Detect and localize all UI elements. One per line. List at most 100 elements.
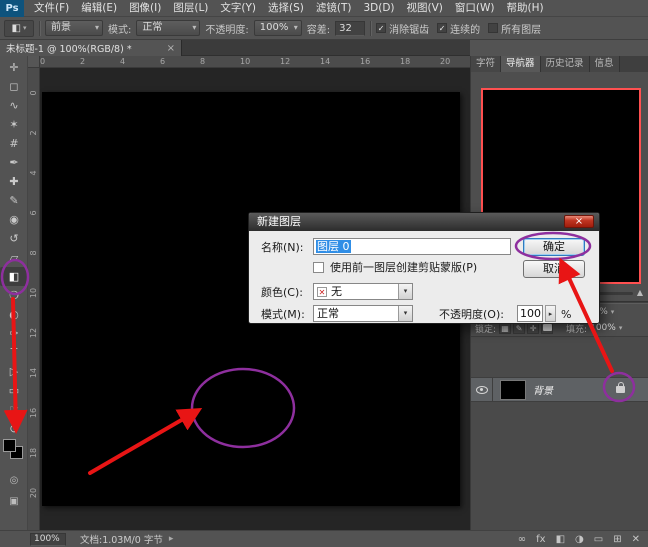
panel-tab-info[interactable]: 信息 <box>589 56 620 72</box>
marquee-tool[interactable]: ◻ <box>0 77 28 96</box>
color-select[interactable]: ✕ 无 ▾ <box>313 283 413 300</box>
adjustment-layer-icon[interactable]: ◑ <box>575 534 584 545</box>
eyedropper-tool[interactable]: ✒ <box>0 153 28 172</box>
blend-mode-select-options[interactable]: 正常 ▾ <box>136 20 201 36</box>
layer-effects-icon[interactable]: fx <box>536 534 545 545</box>
dialog-mode-select[interactable]: 正常 ▾ <box>313 305 413 322</box>
name-value-selected: 图层 0 <box>316 240 351 253</box>
blur-tool-icon: ❍ <box>9 289 19 302</box>
menu-item[interactable]: 文字(Y) <box>214 0 262 17</box>
foreground-color-swatch[interactable] <box>3 439 16 452</box>
cancel-button[interactable]: 取消 <box>523 260 585 278</box>
color-swatches <box>0 438 28 466</box>
history-brush-tool[interactable]: ↺ <box>0 229 28 248</box>
checkbox-label: 连续的 <box>450 24 481 36</box>
fill-value[interactable]: 100% <box>590 323 616 333</box>
option-checkbox[interactable]: ✓ 连续的 <box>437 21 480 36</box>
status-bar: 100% 文档:1.03M/0 字节 ▸ ∞ fx ◧ ◑ ▭ ⊞ ✕ <box>0 530 648 547</box>
option-checkbox[interactable]: ✓ 消除锯齿 <box>376 21 429 36</box>
dialog-close-button[interactable]: × <box>564 215 594 228</box>
visibility-toggle[interactable] <box>471 377 493 402</box>
fill-source-select[interactable]: 前景 ▾ <box>45 20 103 36</box>
ruler-label: 18 <box>400 57 411 66</box>
magic-wand-tool[interactable]: ✶ <box>0 115 28 134</box>
screen-mode-icon[interactable]: ▣ <box>0 491 28 512</box>
ruler-label: 8 <box>200 57 206 66</box>
path-selection-tool[interactable]: ▷ <box>0 362 28 381</box>
close-icon[interactable]: × <box>167 43 175 54</box>
menu-item[interactable]: 3D(D) <box>357 0 400 17</box>
layer-thumbnail[interactable] <box>500 379 526 400</box>
ruler-label: 8 <box>29 250 38 256</box>
dodge-tool[interactable]: ◐ <box>0 305 28 324</box>
name-input[interactable]: 图层 0 <box>313 238 511 255</box>
ruler-label: 20 <box>440 57 451 66</box>
opacity-select[interactable]: 100% ▾ <box>253 20 302 36</box>
quick-mask-icon[interactable]: ◎ <box>0 470 28 491</box>
link-layers-icon[interactable]: ∞ <box>518 534 526 545</box>
panel-tab-history[interactable]: 历史记录 <box>540 56 590 72</box>
eraser-tool-icon: ▱ <box>9 251 19 264</box>
ruler-label: 12 <box>280 57 291 66</box>
eraser-tool[interactable]: ▱ <box>0 248 28 267</box>
tool-preset-dropdown[interactable]: ◧ ▾ <box>4 19 34 37</box>
paint-bucket-tool[interactable]: ◧ <box>0 267 28 286</box>
tolerance-input[interactable]: 32 <box>335 20 366 36</box>
blur-tool[interactable]: ❍ <box>0 286 28 305</box>
layer-row-background[interactable]: 背景 <box>471 377 648 402</box>
tool-list: ✛ ◻ ∿ ✶ # ✒ ✚ ✎ ◉ ↺ ▱ ◧ ❍ ◐ ✑ T ▷ ▭ ☞ ⊙ <box>0 58 28 438</box>
dialog-opacity-input[interactable]: 100 <box>517 305 543 322</box>
checkbox-icon: ✓ <box>437 23 448 33</box>
zoom-level-field[interactable]: 100% <box>30 532 66 546</box>
brush-tool[interactable]: ✎ <box>0 191 28 210</box>
tools-panel: ✛ ◻ ∿ ✶ # ✒ ✚ ✎ ◉ ↺ ▱ ◧ ❍ ◐ ✑ T ▷ ▭ ☞ ⊙ ◎ ▣ <box>0 56 28 530</box>
menu-item[interactable]: 帮助(H) <box>501 0 550 17</box>
layer-group-icon[interactable]: ▭ <box>594 534 603 545</box>
menu-item[interactable]: 视图(V) <box>401 0 449 17</box>
path-selection-tool-icon: ▷ <box>9 365 19 378</box>
status-arrow-icon[interactable]: ▸ <box>169 534 174 544</box>
menu-item[interactable]: 文件(F) <box>28 0 75 17</box>
document-tab[interactable]: 未标题-1 @ 100%(RGB/8) * × <box>0 40 182 56</box>
menu-item[interactable]: 图层(L) <box>167 0 214 17</box>
hand-tool-icon: ☞ <box>9 403 19 416</box>
shape-tool[interactable]: ▭ <box>0 381 28 400</box>
layer-name[interactable]: 背景 <box>533 382 616 397</box>
menu-item[interactable]: 图像(I) <box>123 0 167 17</box>
lasso-tool-icon: ∿ <box>9 99 19 112</box>
tolerance-label: 容差: <box>306 24 331 36</box>
move-tool[interactable]: ✛ <box>0 58 28 77</box>
menu-item[interactable]: 编辑(E) <box>75 0 123 17</box>
menu-item[interactable]: 滤镜(T) <box>310 0 358 17</box>
menu-item[interactable]: 窗口(W) <box>449 0 501 17</box>
zoom-tool[interactable]: ⊙ <box>0 419 28 438</box>
option-checkbox[interactable]: 所有图层 <box>488 21 541 36</box>
ruler-label: 6 <box>29 210 38 216</box>
pen-tool[interactable]: ✑ <box>0 324 28 343</box>
new-layer-icon[interactable]: ⊞ <box>613 534 621 545</box>
dialog-mode-label: 模式(M): <box>261 308 305 321</box>
type-tool[interactable]: T <box>0 343 28 362</box>
ruler-label: 10 <box>240 57 251 66</box>
ruler-label: 4 <box>120 57 126 66</box>
clone-stamp-tool[interactable]: ◉ <box>0 210 28 229</box>
panel-tab-navigator[interactable]: 导航器 <box>501 56 541 72</box>
panel-tab-character[interactable]: 字符 <box>471 56 502 72</box>
lasso-tool[interactable]: ∿ <box>0 96 28 115</box>
layer-mask-icon[interactable]: ◧ <box>556 534 565 545</box>
delete-layer-icon[interactable]: ✕ <box>632 534 640 545</box>
ruler-label: 12 <box>29 327 38 339</box>
hand-tool[interactable]: ☞ <box>0 400 28 419</box>
clipping-mask-label: 使用前一图层创建剪贴蒙版(P) <box>330 261 478 274</box>
opacity-slider-arrow-icon[interactable]: ▸ <box>545 305 556 322</box>
clipping-mask-checkbox[interactable] <box>313 262 324 273</box>
crop-tool[interactable]: # <box>0 134 28 153</box>
ruler-label: 16 <box>360 57 371 66</box>
zoom-in-icon[interactable]: ▲ <box>637 287 643 299</box>
menu-item[interactable]: 选择(S) <box>262 0 310 17</box>
healing-brush-tool[interactable]: ✚ <box>0 172 28 191</box>
dialog-title-bar[interactable]: 新建图层 × <box>249 213 599 231</box>
shape-tool-icon: ▭ <box>8 384 20 397</box>
separator <box>370 20 372 36</box>
ok-button[interactable]: 确定 <box>523 238 585 256</box>
